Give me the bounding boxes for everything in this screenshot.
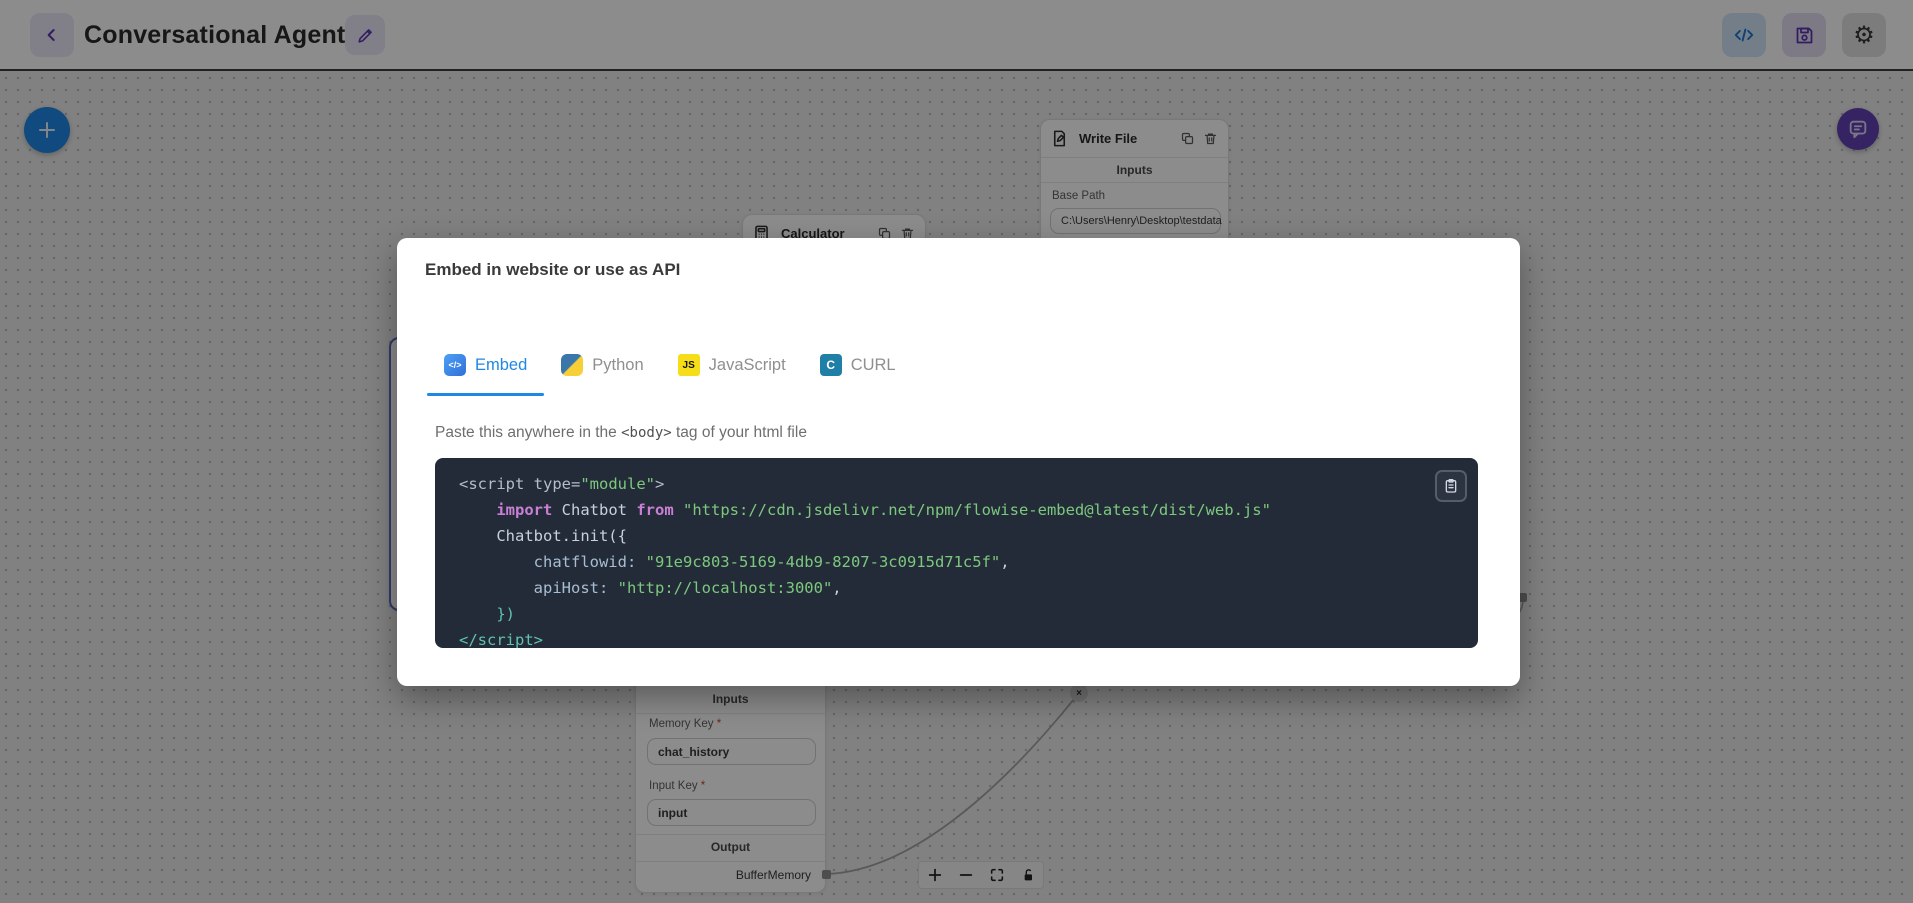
code-line: import Chatbot from "https://cdn.jsdeliv…	[459, 497, 1418, 523]
tab-label: Embed	[475, 356, 527, 375]
copy-code-button[interactable]	[1435, 470, 1467, 502]
embed-api-dialog: Embed in website or use as API </> Embed P…	[397, 238, 1520, 686]
tab-label: CURL	[851, 356, 896, 375]
code-line: <script type="module">	[459, 471, 1418, 497]
embed-icon: </>	[444, 354, 466, 376]
code-line: chatflowid: "91e9c803-5169-4db9-8207-3c0…	[459, 549, 1418, 575]
clipboard-icon	[1443, 478, 1459, 494]
body-tag-code: <body>	[621, 425, 672, 441]
dialog-title: Embed in website or use as API	[425, 260, 680, 280]
tab-python[interactable]: Python	[544, 334, 660, 396]
paste-instruction: Paste this anywhere in the <body> tag of…	[435, 424, 807, 442]
tab-javascript[interactable]: JS JavaScript	[661, 334, 803, 396]
app-window: Calculator	[0, 0, 1913, 903]
code-line: </script>	[459, 627, 1418, 653]
code-line: Chatbot.init({	[459, 523, 1418, 549]
curl-icon: C	[820, 354, 842, 376]
code-content[interactable]: <script type="module"> import Chatbot fr…	[459, 471, 1418, 653]
python-icon	[561, 354, 583, 376]
tab-embed[interactable]: </> Embed	[427, 334, 544, 396]
tab-label: JavaScript	[709, 356, 786, 375]
tab-curl[interactable]: C CURL	[803, 334, 913, 396]
dialog-tabs: </> Embed Python JS JavaScript C CURL	[427, 334, 913, 396]
embed-code-block: <script type="module"> import Chatbot fr…	[435, 458, 1478, 648]
code-line: })	[459, 601, 1418, 627]
code-line: apiHost: "http://localhost:3000",	[459, 575, 1418, 601]
javascript-icon: JS	[678, 354, 700, 376]
tab-label: Python	[592, 356, 643, 375]
